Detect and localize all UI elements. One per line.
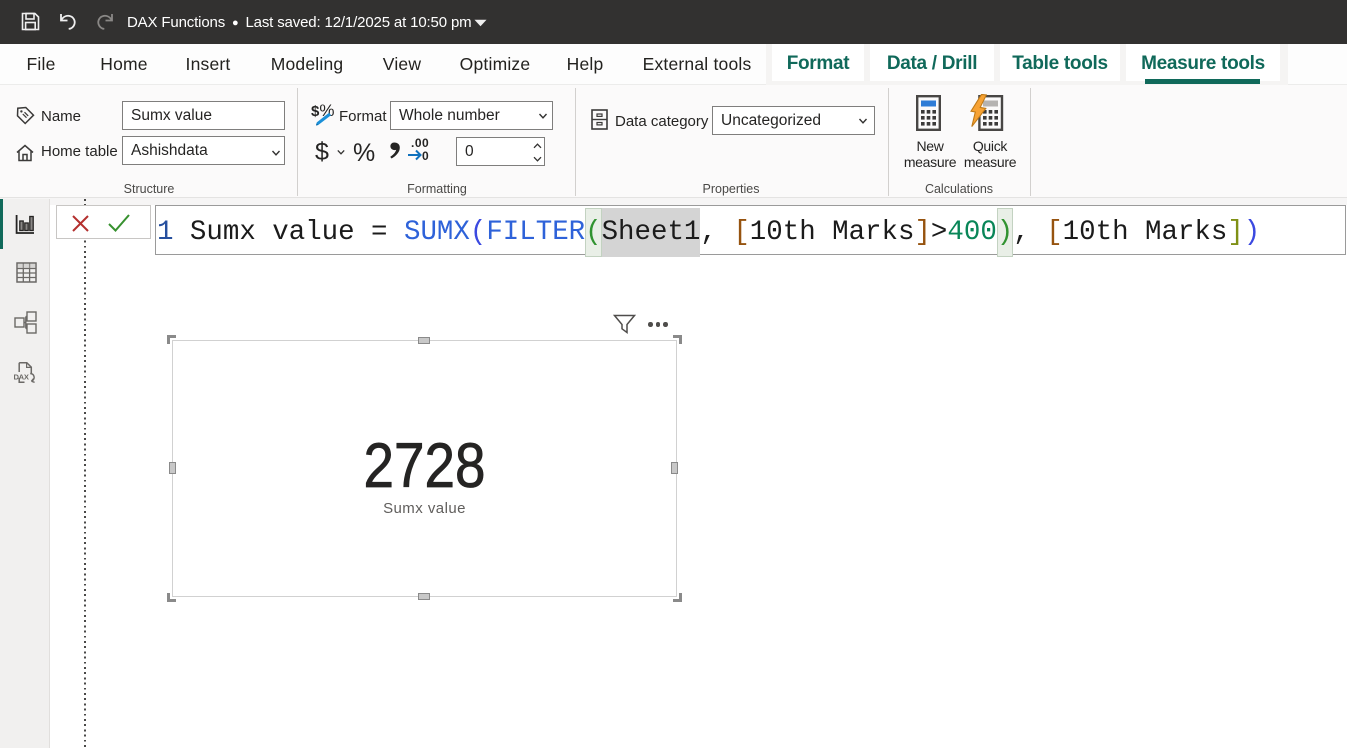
svg-text:0: 0 (422, 149, 429, 162)
svg-text:DAX: DAX (14, 373, 29, 382)
